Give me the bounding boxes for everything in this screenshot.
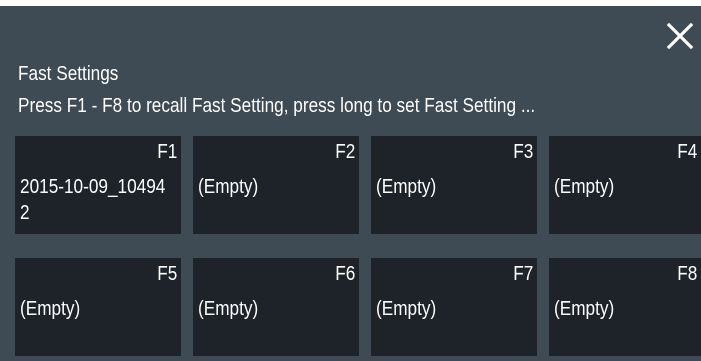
slot-value: (Empty) xyxy=(198,176,259,198)
slot-value: (Empty) xyxy=(198,298,259,320)
slot-key-label: F5 xyxy=(156,263,177,285)
fast-setting-slot-f2[interactable]: F2 (Empty) xyxy=(193,136,359,234)
close-x-icon xyxy=(666,22,694,50)
fast-setting-slot-f5[interactable]: F5 (Empty) xyxy=(15,258,181,356)
slot-value: (Empty) xyxy=(554,298,615,320)
slot-key-label: F6 xyxy=(334,263,355,285)
close-button[interactable] xyxy=(666,22,694,50)
slot-key-label: F3 xyxy=(512,141,533,163)
slot-key-label: F1 xyxy=(156,141,177,163)
fast-setting-slot-f4[interactable]: F4 (Empty) xyxy=(549,136,701,234)
slot-value: (Empty) xyxy=(376,298,437,320)
fast-setting-slot-f8[interactable]: F8 (Empty) xyxy=(549,258,701,356)
fast-setting-slot-f1[interactable]: F1 2015-10-09_104942 xyxy=(15,136,181,234)
fast-setting-slot-f6[interactable]: F6 (Empty) xyxy=(193,258,359,356)
fast-setting-slot-f3[interactable]: F3 (Empty) xyxy=(371,136,537,234)
slot-value: (Empty) xyxy=(20,298,81,320)
dialog-instructions: Press F1 - F8 to recall Fast Setting, pr… xyxy=(18,95,536,117)
slot-value: 2015-10-09_104942 xyxy=(20,176,166,224)
slot-value: (Empty) xyxy=(554,176,615,198)
fast-settings-dialog: Fast Settings Press F1 - F8 to recall Fa… xyxy=(0,6,701,361)
slot-key-label: F4 xyxy=(676,141,697,163)
slot-value: (Empty) xyxy=(376,176,437,198)
slot-key-label: F2 xyxy=(334,141,355,163)
slot-key-label: F7 xyxy=(512,263,533,285)
dialog-title: Fast Settings xyxy=(18,63,119,85)
slot-key-label: F8 xyxy=(676,263,697,285)
fast-setting-slot-f7[interactable]: F7 (Empty) xyxy=(371,258,537,356)
